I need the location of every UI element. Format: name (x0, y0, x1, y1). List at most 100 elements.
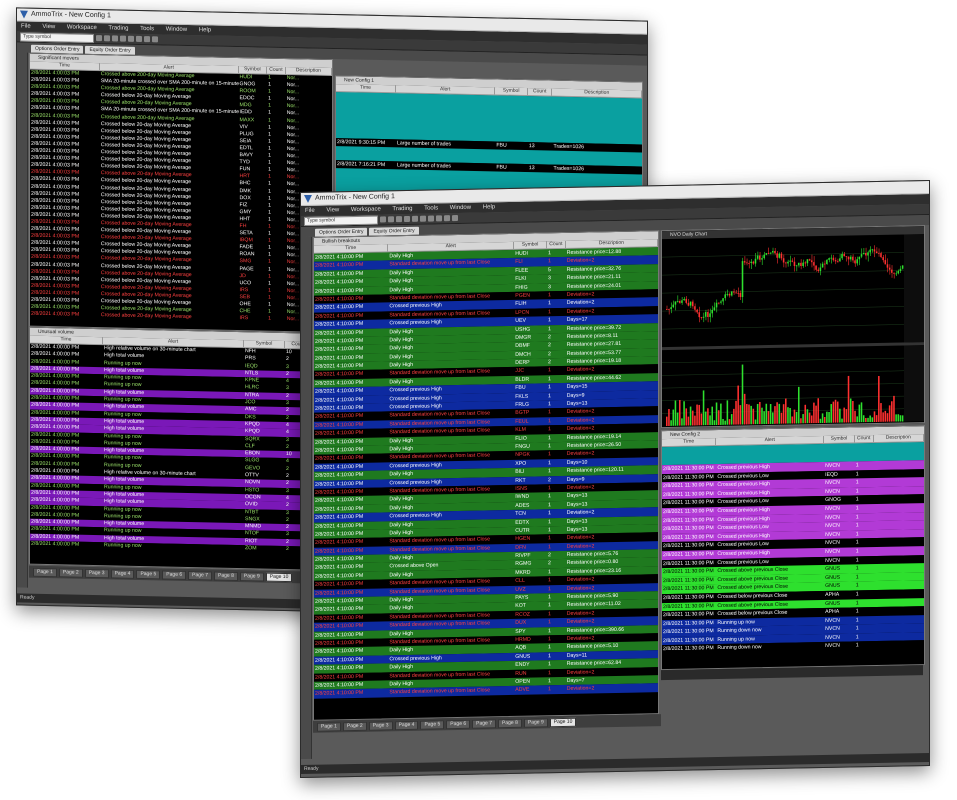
column-header[interactable]: Count (267, 66, 286, 75)
page-tab[interactable]: Page 1 (317, 721, 341, 732)
candle-body (733, 291, 735, 293)
menu-tools[interactable]: Tools (424, 205, 438, 211)
menu-help[interactable]: Help (199, 27, 211, 33)
candle-body (748, 262, 750, 264)
stock-chart-panel: NVO Daily Chart (661, 225, 925, 429)
volume-bar (895, 414, 897, 422)
price-candlestick-chart[interactable] (662, 234, 924, 347)
menu-view[interactable]: View (42, 24, 55, 30)
column-header[interactable]: Symbol (244, 340, 285, 349)
page-tab-active[interactable]: Page 10 (265, 572, 293, 582)
page-tab[interactable]: Page 7 (188, 570, 213, 580)
page-tab[interactable]: Page 9 (523, 717, 548, 728)
menu-trading[interactable]: Trading (392, 206, 412, 212)
cell-count: 13 (528, 143, 535, 150)
toolbar-icon[interactable] (380, 216, 386, 223)
volume-bar (685, 408, 688, 426)
toolbar-icon[interactable] (120, 35, 126, 42)
cell-count: 1 (855, 462, 859, 469)
page-tab[interactable]: Page 9 (239, 571, 264, 582)
cell-count: 1 (855, 642, 859, 649)
menu-workspace[interactable]: Workspace (67, 24, 97, 31)
column-header[interactable]: Count (546, 240, 566, 249)
toolbar-icon[interactable] (420, 215, 426, 222)
column-header[interactable]: Symbol (238, 66, 268, 74)
page-tab[interactable]: Page 6 (162, 569, 187, 580)
menu-trading[interactable]: Trading (108, 25, 128, 31)
page-tab[interactable]: Page 3 (84, 568, 109, 578)
page-tab[interactable]: Page 2 (342, 721, 367, 731)
page-tab[interactable]: Page 4 (394, 720, 419, 730)
page-tab[interactable]: Page 1 (33, 567, 57, 577)
volume-bar-chart[interactable] (662, 345, 924, 427)
page-tab[interactable]: Page 5 (136, 569, 161, 579)
candle-body (834, 260, 837, 262)
menu-file[interactable]: File (21, 23, 31, 29)
toolbar-icon[interactable] (112, 35, 118, 42)
volume-bar (878, 375, 880, 422)
candle-body (871, 249, 874, 251)
menu-workspace[interactable]: Workspace (351, 206, 381, 213)
toolbar-icon[interactable] (152, 36, 158, 43)
volume-bar (839, 408, 841, 423)
candle-body (849, 256, 852, 260)
toolbar-icon[interactable] (396, 216, 402, 223)
candle-body (852, 256, 854, 261)
volume-bar (698, 404, 701, 426)
menu-window[interactable]: Window (450, 205, 471, 211)
toolbar-icon[interactable] (452, 215, 458, 222)
toolbar-icon[interactable] (404, 215, 410, 223)
menu-window[interactable]: Window (166, 27, 187, 33)
column-header[interactable]: Count (527, 88, 553, 96)
column-header[interactable]: Time (662, 438, 717, 447)
page-tab[interactable]: Page 3 (368, 720, 393, 731)
column-header[interactable]: Description (285, 67, 332, 75)
page-tab[interactable]: Page 2 (58, 567, 83, 578)
column-header[interactable]: Description (873, 434, 924, 443)
column-header[interactable]: Count (854, 435, 874, 443)
back-side-toolbar[interactable] (17, 52, 28, 588)
column-header[interactable]: Symbol (495, 87, 528, 96)
page-tab[interactable]: Page 7 (472, 718, 497, 729)
volume-bar (739, 405, 742, 425)
candle-body (746, 262, 748, 264)
toolbar-icon[interactable] (412, 215, 418, 222)
cell-count: 1 (547, 686, 551, 693)
page-tab[interactable]: Page 8 (214, 571, 238, 581)
page-tab[interactable]: Page 8 (498, 718, 522, 728)
front-side-toolbar[interactable] (301, 236, 312, 760)
volume-bar (769, 403, 772, 425)
cell-count: 1 (855, 470, 859, 477)
symbol-search-input[interactable]: Type symbol (20, 31, 94, 43)
menu-file[interactable]: File (305, 208, 315, 214)
column-header[interactable]: Time (30, 61, 100, 71)
toolbar-icon[interactable] (96, 35, 102, 42)
page-tab[interactable]: Page 6 (446, 719, 471, 729)
toolbar-icon[interactable] (388, 216, 394, 223)
column-header[interactable]: Symbol (514, 241, 547, 249)
menu-help[interactable]: Help (483, 204, 495, 210)
toolbar-icon[interactable] (144, 36, 150, 43)
menu-view[interactable]: View (326, 207, 339, 213)
menu-tools[interactable]: Tools (140, 26, 154, 32)
volume-bar (763, 411, 765, 425)
cell-count: 1 (855, 591, 859, 598)
cell-count: 1 (855, 513, 859, 520)
toolbar-icon[interactable] (104, 35, 110, 42)
gridline (662, 370, 904, 376)
page-tab[interactable]: Page 4 (110, 568, 135, 579)
cell-count: 1 (855, 565, 859, 572)
toolbar-icon[interactable] (136, 35, 142, 43)
column-header[interactable]: Symbol (824, 435, 855, 443)
volume-bar (683, 401, 685, 426)
page-tab-active[interactable]: Page 10 (549, 717, 577, 727)
toolbar-icon[interactable] (128, 35, 134, 42)
symbol-search-input[interactable]: Type symbol (304, 215, 378, 226)
column-header[interactable]: Time (336, 84, 397, 93)
page-tab[interactable]: Page 5 (420, 719, 445, 730)
toolbar-icon[interactable] (436, 215, 442, 222)
candle-body (704, 311, 707, 317)
toolbar-icon[interactable] (444, 215, 450, 222)
column-header[interactable]: Time (314, 244, 389, 253)
toolbar-icon[interactable] (428, 215, 434, 222)
